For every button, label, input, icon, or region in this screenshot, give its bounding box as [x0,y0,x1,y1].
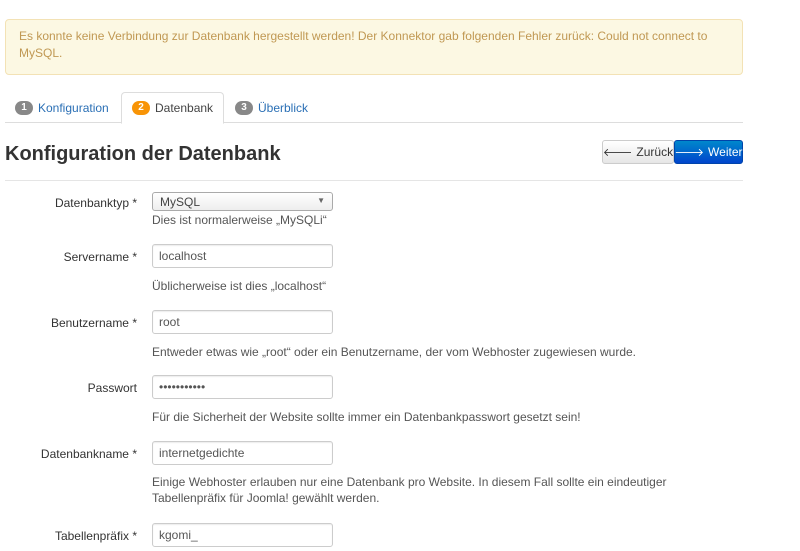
db-name-input[interactable] [152,441,333,465]
tab-label: Datenbank [155,101,214,115]
password-input[interactable] [152,375,333,399]
db-type-select[interactable]: MySQL ▼ [152,192,333,211]
db-type-label: Datenbanktyp * [54,196,137,210]
db-type-value: MySQL [160,194,201,209]
tab-label: Konfiguration [38,100,109,115]
username-help: Entweder etwas wie „root“ oder ein Benut… [152,345,637,359]
step-badge: 2 [132,101,150,115]
username-label: Benutzername * [50,316,137,330]
header-divider [5,180,743,181]
chevron-down-icon: ▼ [317,196,325,205]
tab-label: Überblick [258,100,309,115]
back-button[interactable]: 🡐 Zurück [602,140,674,164]
database-error-alert: Es konnte keine Verbindung zur Datenbank… [5,19,743,75]
server-label: Servername * [63,250,137,264]
password-label: Passwort [87,381,137,395]
db-type-help: Dies ist normalerweise „MySQLi“ [152,213,327,227]
step-badge: 3 [235,100,253,115]
arrow-left-icon: 🡐 [602,147,633,159]
alert-message: Es konnte keine Verbindung zur Datenbank… [19,29,708,60]
tab-datenbank[interactable]: 2 Datenbank [121,92,225,124]
tab-ueberblick[interactable]: 3 Überblick [225,92,318,123]
page-title: Konfiguration der Datenbank [5,143,281,165]
next-button[interactable]: 🡒 Weiter [674,140,743,164]
password-help: Für die Sicherheit der Website sollte im… [152,410,581,424]
back-button-label: Zurück [636,145,674,159]
installer-steps-tabs: 1 Konfiguration 2 Datenbank 3 Überblick [5,92,743,124]
step-badge: 1 [15,100,33,115]
db-name-help: Einige Webhoster erlauben nur eine Daten… [152,475,667,505]
prefix-input[interactable] [152,523,333,547]
username-input[interactable] [152,310,333,334]
arrow-right-icon: 🡒 [674,147,705,159]
db-name-label: Datenbankname * [40,447,137,461]
tab-konfiguration[interactable]: 1 Konfiguration [5,92,119,123]
next-button-label: Weiter [708,145,743,159]
server-input[interactable] [152,244,333,268]
prefix-label: Tabellenpräfix * [54,529,137,543]
server-help: Üblicherweise ist dies „localhost“ [152,279,327,293]
